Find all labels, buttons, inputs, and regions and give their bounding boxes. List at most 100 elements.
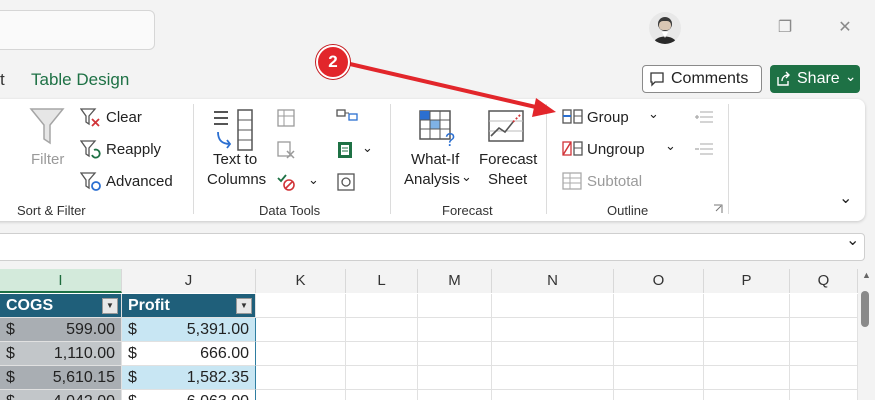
dialog-launcher-icon[interactable] <box>713 204 723 214</box>
text-to-columns-icon <box>214 109 253 151</box>
empty-cell[interactable] <box>256 390 346 400</box>
empty-cell[interactable] <box>492 366 614 390</box>
collapse-ribbon-icon[interactable]: ⌄ <box>839 188 852 208</box>
forecast-sheet-label[interactable]: Forecast <box>479 151 537 168</box>
empty-cell[interactable] <box>614 390 704 400</box>
scrollbar-thumb[interactable] <box>861 291 869 327</box>
empty-cell[interactable] <box>704 294 790 318</box>
chevron-down-icon[interactable]: ⌄ <box>461 169 472 185</box>
formula-bar[interactable] <box>0 233 865 261</box>
profit-cell[interactable]: $6,063.00 <box>122 390 256 400</box>
empty-cell[interactable] <box>614 294 704 318</box>
column-header-k[interactable]: K <box>256 269 346 293</box>
group-button[interactable]: Group <box>587 109 629 126</box>
column-header-l[interactable]: L <box>346 269 418 293</box>
advanced-button[interactable]: Advanced <box>106 173 173 190</box>
cogs-cell[interactable]: $599.00 <box>0 318 122 342</box>
subtotal-button[interactable]: Subtotal <box>587 173 642 190</box>
what-if-analysis-label-2[interactable]: Analysis <box>404 171 460 188</box>
profit-cell[interactable]: $5,391.00 <box>122 318 256 342</box>
empty-cell[interactable] <box>492 294 614 318</box>
reapply-icon <box>80 140 101 159</box>
share-label: Share <box>797 70 840 87</box>
empty-cell[interactable] <box>790 366 858 390</box>
chevron-down-icon[interactable]: ⌄ <box>648 106 659 122</box>
column-header-n[interactable]: N <box>492 269 614 293</box>
text-to-columns-label[interactable]: Text to <box>213 151 257 168</box>
column-header-m[interactable]: M <box>418 269 492 293</box>
tab-data[interactable]: t <box>0 70 5 90</box>
scroll-up-icon[interactable]: ▲ <box>858 270 875 284</box>
table-header-cogs[interactable]: COGS ▼ <box>0 294 122 318</box>
empty-cell[interactable] <box>790 342 858 366</box>
empty-cell[interactable] <box>704 342 790 366</box>
empty-cell[interactable] <box>614 318 704 342</box>
forecast-sheet-label-2[interactable]: Sheet <box>488 171 527 188</box>
share-button[interactable]: Share ⌄ <box>770 65 860 93</box>
comments-button[interactable]: Comments <box>642 65 762 93</box>
flash-fill-icon <box>277 109 295 127</box>
empty-cell[interactable] <box>256 366 346 390</box>
filter-dropdown-icon[interactable]: ▼ <box>102 298 118 314</box>
empty-cell[interactable] <box>492 390 614 400</box>
empty-cell[interactable] <box>418 342 492 366</box>
empty-cell[interactable] <box>790 390 858 400</box>
expand-formula-bar-icon[interactable]: ⌄ <box>846 230 859 250</box>
empty-cell[interactable] <box>346 366 418 390</box>
column-header-q[interactable]: Q <box>790 269 858 293</box>
vertical-scrollbar[interactable] <box>858 269 875 400</box>
cogs-value: 1,110.00 <box>53 345 115 362</box>
search-box[interactable] <box>0 10 155 50</box>
empty-cell[interactable] <box>346 318 418 342</box>
empty-cell[interactable] <box>492 342 614 366</box>
reapply-button[interactable]: Reapply <box>106 141 161 158</box>
comments-label: Comments <box>671 70 749 87</box>
empty-cell[interactable] <box>614 342 704 366</box>
text-to-columns-label-2[interactable]: Columns <box>207 171 266 188</box>
table-header-profit[interactable]: Profit ▼ <box>122 294 256 318</box>
chevron-down-icon[interactable]: ⌄ <box>362 140 373 156</box>
cogs-cell[interactable]: $4,042.00 <box>0 390 122 400</box>
empty-cell[interactable] <box>256 342 346 366</box>
column-header-o[interactable]: O <box>614 269 704 293</box>
empty-cell[interactable] <box>704 390 790 400</box>
clear-button[interactable]: Clear <box>106 109 142 126</box>
profit-cell[interactable]: $666.00 <box>122 342 256 366</box>
empty-cell[interactable] <box>704 318 790 342</box>
column-header-j[interactable]: J <box>122 269 256 293</box>
empty-cell[interactable] <box>418 390 492 400</box>
currency-symbol: $ <box>6 369 15 386</box>
empty-cell[interactable] <box>418 294 492 318</box>
ungroup-button[interactable]: Ungroup <box>587 141 645 158</box>
profit-cell[interactable]: $1,582.35 <box>122 366 256 390</box>
empty-cell[interactable] <box>346 342 418 366</box>
empty-cell[interactable] <box>346 294 418 318</box>
empty-cell[interactable] <box>418 366 492 390</box>
empty-cell[interactable] <box>790 318 858 342</box>
user-avatar[interactable] <box>649 12 681 44</box>
filter-button[interactable]: Filter <box>31 151 64 168</box>
chevron-down-icon[interactable]: ⌄ <box>665 138 676 154</box>
profit-value: 5,391.00 <box>186 321 249 338</box>
empty-cell[interactable] <box>704 366 790 390</box>
empty-cell[interactable] <box>418 318 492 342</box>
empty-cell[interactable] <box>614 366 704 390</box>
tab-table-design[interactable]: Table Design <box>31 70 129 90</box>
restore-icon[interactable]: ❐ <box>775 18 795 38</box>
filter-dropdown-icon[interactable]: ▼ <box>236 298 252 314</box>
hide-detail-icon <box>695 143 713 155</box>
chevron-down-icon[interactable]: ⌄ <box>308 172 319 188</box>
empty-cell[interactable] <box>256 294 346 318</box>
chevron-down-icon: ⌄ <box>844 67 857 84</box>
what-if-analysis-label[interactable]: What-If <box>411 151 459 168</box>
column-header-p[interactable]: P <box>704 269 790 293</box>
empty-cell[interactable] <box>346 390 418 400</box>
empty-cell[interactable] <box>256 318 346 342</box>
close-icon[interactable]: ✕ <box>835 18 855 38</box>
cogs-cell[interactable]: $1,110.00 <box>0 342 122 366</box>
empty-cell[interactable] <box>492 318 614 342</box>
consolidate-icon <box>336 109 358 121</box>
column-header-i[interactable]: I <box>0 269 122 293</box>
cogs-cell[interactable]: $5,610.15 <box>0 366 122 390</box>
empty-cell[interactable] <box>790 294 858 318</box>
